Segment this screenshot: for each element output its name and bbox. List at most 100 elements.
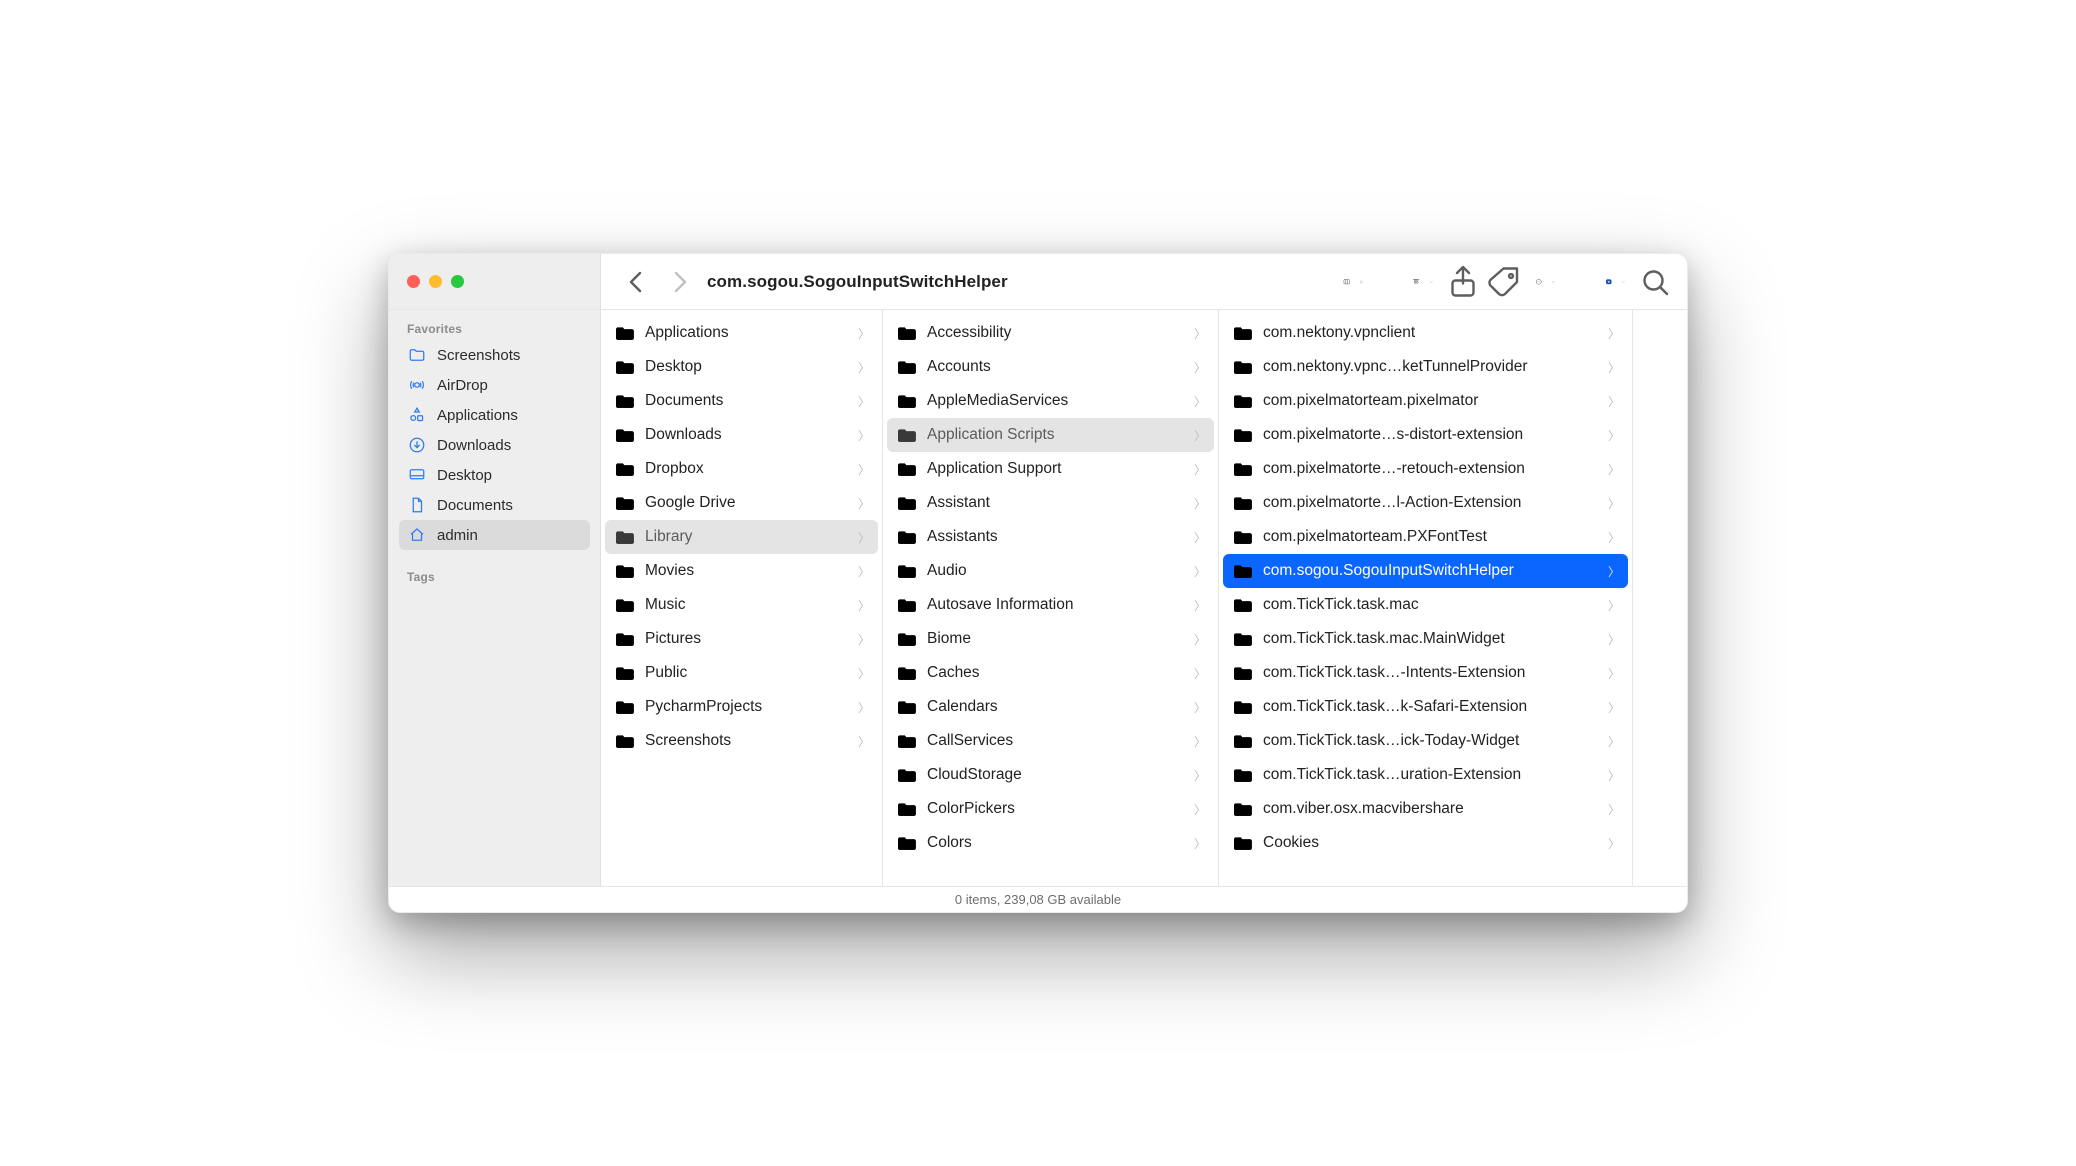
folder-icon [1233, 665, 1253, 681]
view-columns-button[interactable] [1337, 264, 1369, 300]
sidebar-item-documents[interactable]: Documents [399, 490, 590, 520]
folder-row[interactable]: Assistant〉 [887, 486, 1214, 520]
group-by-button[interactable] [1407, 264, 1439, 300]
download-circle-icon [407, 436, 427, 454]
folder-row[interactable]: Assistants〉 [887, 520, 1214, 554]
zoom-icon[interactable] [451, 275, 464, 288]
folder-row[interactable]: Dropbox〉 [605, 452, 878, 486]
search-button[interactable] [1637, 264, 1673, 300]
folder-row[interactable]: Desktop〉 [605, 350, 878, 384]
sidebar-item-admin[interactable]: admin [399, 520, 590, 550]
folder-icon [615, 393, 635, 409]
action-menu-button[interactable] [1529, 264, 1561, 300]
sidebar-item-desktop[interactable]: Desktop [399, 460, 590, 490]
sidebar-item-label: Screenshots [437, 347, 520, 364]
folder-label: PycharmProjects [645, 698, 848, 716]
folder-row[interactable]: com.pixelmatorte…l-Action-Extension〉 [1223, 486, 1628, 520]
chevron-right-icon: 〉 [858, 427, 870, 444]
preview-toggle-button[interactable] [1599, 264, 1631, 300]
column-view: Applications〉Desktop〉Documents〉Downloads… [601, 310, 1687, 886]
folder-row[interactable]: com.TickTick.task…ick-Today-Widget〉 [1223, 724, 1628, 758]
folder-icon [897, 495, 917, 511]
folder-row[interactable]: CloudStorage 〉 [887, 758, 1214, 792]
folder-row[interactable]: com.sogou.SogouInputSwitchHelper〉 [1223, 554, 1628, 588]
chevron-right-icon: 〉 [1194, 767, 1206, 784]
folder-label: com.TickTick.task…k-Safari-Extension [1263, 698, 1598, 716]
chevron-right-icon: 〉 [1608, 563, 1620, 580]
chevron-right-icon: 〉 [1194, 359, 1206, 376]
folder-row[interactable]: com.pixelmatorteam.pixelmator〉 [1223, 384, 1628, 418]
folder-row[interactable]: CallServices〉 [887, 724, 1214, 758]
chevron-right-icon: 〉 [858, 325, 870, 342]
folder-label: Screenshots [645, 732, 848, 750]
folder-icon [1233, 359, 1253, 375]
folder-row[interactable]: Movies〉 [605, 554, 878, 588]
chevron-right-icon: 〉 [1608, 427, 1620, 444]
folder-label: Calendars [927, 698, 1184, 716]
window-controls[interactable] [407, 275, 464, 288]
folder-row[interactable]: Library〉 [605, 520, 878, 554]
sidebar-item-downloads[interactable]: Downloads [399, 430, 590, 460]
folder-row[interactable]: Screenshots〉 [605, 724, 878, 758]
close-icon[interactable] [407, 275, 420, 288]
sidebar-item-screenshots[interactable]: Screenshots [399, 340, 590, 370]
folder-row[interactable]: Public〉 [605, 656, 878, 690]
folder-row[interactable]: Calendars〉 [887, 690, 1214, 724]
folder-row[interactable]: com.pixelmatorte…-retouch-extension〉 [1223, 452, 1628, 486]
folder-row[interactable]: Music〉 [605, 588, 878, 622]
chevron-right-icon: 〉 [1194, 427, 1206, 444]
folder-row[interactable]: Documents〉 [605, 384, 878, 418]
folder-row[interactable]: com.TickTick.task…k-Safari-Extension 〉 [1223, 690, 1628, 724]
folder-row[interactable]: com.TickTick.task…-Intents-Extension〉 [1223, 656, 1628, 690]
folder-row[interactable]: Autosave Information〉 [887, 588, 1214, 622]
folder-row[interactable]: AppleMediaServices〉 [887, 384, 1214, 418]
folder-row[interactable]: Pictures〉 [605, 622, 878, 656]
sidebar-header [389, 254, 601, 309]
folder-row[interactable]: com.TickTick.task.mac〉 [1223, 588, 1628, 622]
folder-row[interactable]: PycharmProjects〉 [605, 690, 878, 724]
folder-label: Caches [927, 664, 1184, 682]
sidebar-item-applications[interactable]: Applications [399, 400, 590, 430]
folder-label: com.pixelmatorteam.PXFontTest [1263, 528, 1598, 546]
folder-row[interactable]: com.TickTick.task…uration-Extension〉 [1223, 758, 1628, 792]
folder-icon [615, 325, 635, 341]
folder-row[interactable]: com.TickTick.task.mac.MainWidget〉 [1223, 622, 1628, 656]
folder-row[interactable]: Accessibility〉 [887, 316, 1214, 350]
folder-label: CloudStorage [927, 766, 1184, 784]
minimize-icon[interactable] [429, 275, 442, 288]
sidebar-item-airdrop[interactable]: AirDrop [399, 370, 590, 400]
folder-row[interactable]: ColorPickers〉 [887, 792, 1214, 826]
folder-row[interactable]: com.pixelmatorte…s-distort-extension〉 [1223, 418, 1628, 452]
folder-row[interactable]: com.nektony.vpnc…ketTunnelProvider〉 [1223, 350, 1628, 384]
share-button[interactable] [1445, 264, 1481, 300]
folder-row[interactable]: Application Support〉 [887, 452, 1214, 486]
chevron-right-icon: 〉 [1194, 495, 1206, 512]
folder-row[interactable]: com.nektony.vpnclient〉 [1223, 316, 1628, 350]
back-button[interactable] [619, 264, 655, 300]
tags-button[interactable] [1487, 264, 1523, 300]
folder-row[interactable]: com.viber.osx.macvibershare〉 [1223, 792, 1628, 826]
folder-row[interactable]: Colors〉 [887, 826, 1214, 860]
folder-row[interactable]: com.pixelmatorteam.PXFontTest〉 [1223, 520, 1628, 554]
folder-row[interactable]: Applications〉 [605, 316, 878, 350]
folder-row[interactable]: Accounts〉 [887, 350, 1214, 384]
folder-row[interactable]: Application Scripts〉 [887, 418, 1214, 452]
folder-row[interactable]: Audio〉 [887, 554, 1214, 588]
forward-button[interactable] [661, 264, 697, 300]
chevron-right-icon: 〉 [1194, 835, 1206, 852]
folder-icon [897, 699, 917, 715]
folder-row[interactable]: Cookies〉 [1223, 826, 1628, 860]
folder-icon [897, 597, 917, 613]
column-2: com.nektony.vpnclient〉com.nektony.vpnc…k… [1219, 310, 1633, 886]
chevron-right-icon: 〉 [1608, 699, 1620, 716]
folder-icon [897, 767, 917, 783]
chevron-right-icon: 〉 [1608, 597, 1620, 614]
folder-icon [615, 529, 635, 545]
folder-row[interactable]: Google Drive〉 [605, 486, 878, 520]
chevron-right-icon: 〉 [1608, 665, 1620, 682]
folder-label: com.nektony.vpnc…ketTunnelProvider [1263, 358, 1598, 376]
folder-row[interactable]: Biome〉 [887, 622, 1214, 656]
chevron-right-icon: 〉 [858, 393, 870, 410]
folder-row[interactable]: Downloads〉 [605, 418, 878, 452]
folder-row[interactable]: Caches〉 [887, 656, 1214, 690]
